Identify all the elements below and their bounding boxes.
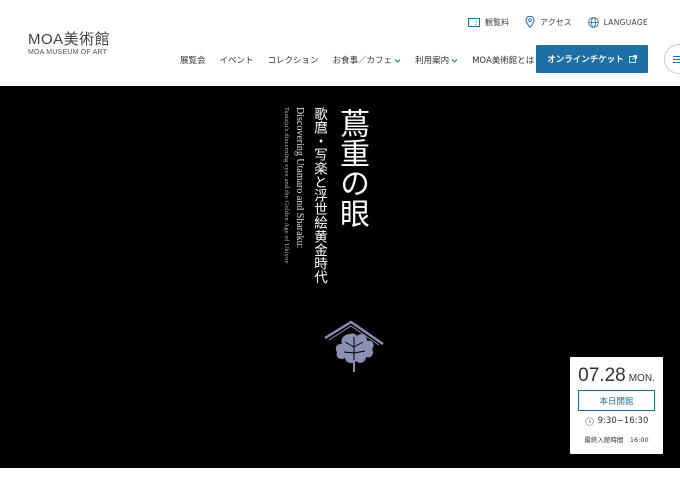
exhibition-title: 蔦重の眼 <box>334 108 369 228</box>
nav-item-dining[interactable]: お食事／カフェ <box>333 54 402 66</box>
admission-label: 観覧料 <box>485 17 510 27</box>
access-link[interactable]: アクセス <box>525 16 572 28</box>
nav-label: 利用案内 <box>415 56 450 66</box>
date-number: 07.28 <box>578 365 626 386</box>
admission-link[interactable]: 観覧料 <box>468 17 509 28</box>
main-nav: 展覧会 イベント コレクション お食事／カフェ 利用案内 MOA美術館とは <box>180 54 543 66</box>
language-label: LANGUAGE <box>603 17 648 27</box>
opening-hours: 9:30−16:30 <box>570 416 663 426</box>
chevron-down-icon <box>394 58 401 63</box>
open-status-badge: 本日開館 <box>578 390 655 411</box>
site-logo[interactable]: MOA美術館 MOA MUSEUM OF ART <box>28 32 110 56</box>
online-ticket-button[interactable]: オンラインチケット <box>536 45 648 73</box>
exhibition-subtitle: 歌麿・写楽と浮世絵黄金時代 <box>311 107 327 284</box>
site-header: MOA美術館 MOA MUSEUM OF ART 観覧料 アクセス LANGUA… <box>0 0 680 86</box>
globe-icon <box>587 16 599 28</box>
access-label: アクセス <box>540 17 572 27</box>
logo-sub-text: MOA MUSEUM OF ART <box>28 49 108 56</box>
exhibition-english-title: Discovering Utamaro and Sharaku: <box>294 107 305 249</box>
hours-text: 9:30−16:30 <box>597 416 649 426</box>
exhibition-english-subtitle: Tsutaju's discerning eyes and the Golden… <box>283 107 290 264</box>
logo-main-text: MOA美術館 <box>28 31 111 48</box>
clock-icon <box>584 416 594 426</box>
nav-item-about[interactable]: MOA美術館とは <box>472 54 543 66</box>
utility-nav: 観覧料 アクセス LANGUAGE <box>468 16 648 28</box>
nav-item-collection[interactable]: コレクション <box>268 54 319 66</box>
menu-icon <box>673 59 680 60</box>
nav-label: コレクション <box>267 56 319 66</box>
chevron-down-icon <box>451 58 458 63</box>
nav-label: イベント <box>219 56 254 66</box>
nav-label: MOA美術館とは <box>472 56 535 66</box>
external-link-icon <box>628 55 637 63</box>
menu-icon <box>673 62 680 63</box>
nav-item-events[interactable]: イベント <box>220 54 254 66</box>
map-pin-icon <box>525 16 535 28</box>
last-entry-time: 最終入館時間 16:00 <box>584 436 649 444</box>
nav-label: 展覧会 <box>180 56 206 66</box>
menu-button[interactable] <box>664 44 680 74</box>
nav-item-exhibitions[interactable]: 展覧会 <box>180 54 206 66</box>
nav-label: お食事／カフェ <box>332 56 393 66</box>
today-status-card: 07.28 MON. 本日開館 9:30−16:30 最終入館時間 16:00 <box>570 357 663 454</box>
ivy-crest-logo <box>324 320 384 372</box>
nav-item-visit[interactable]: 利用案内 <box>415 54 458 66</box>
ticket-button-label: オンラインチケット <box>547 55 624 65</box>
menu-icon <box>673 56 680 57</box>
ticket-icon <box>468 17 481 27</box>
date-display: 07.28 MON. <box>570 365 663 387</box>
language-selector[interactable]: LANGUAGE <box>587 16 648 28</box>
page-bottom <box>0 468 680 480</box>
weekday: MON. <box>628 373 655 384</box>
